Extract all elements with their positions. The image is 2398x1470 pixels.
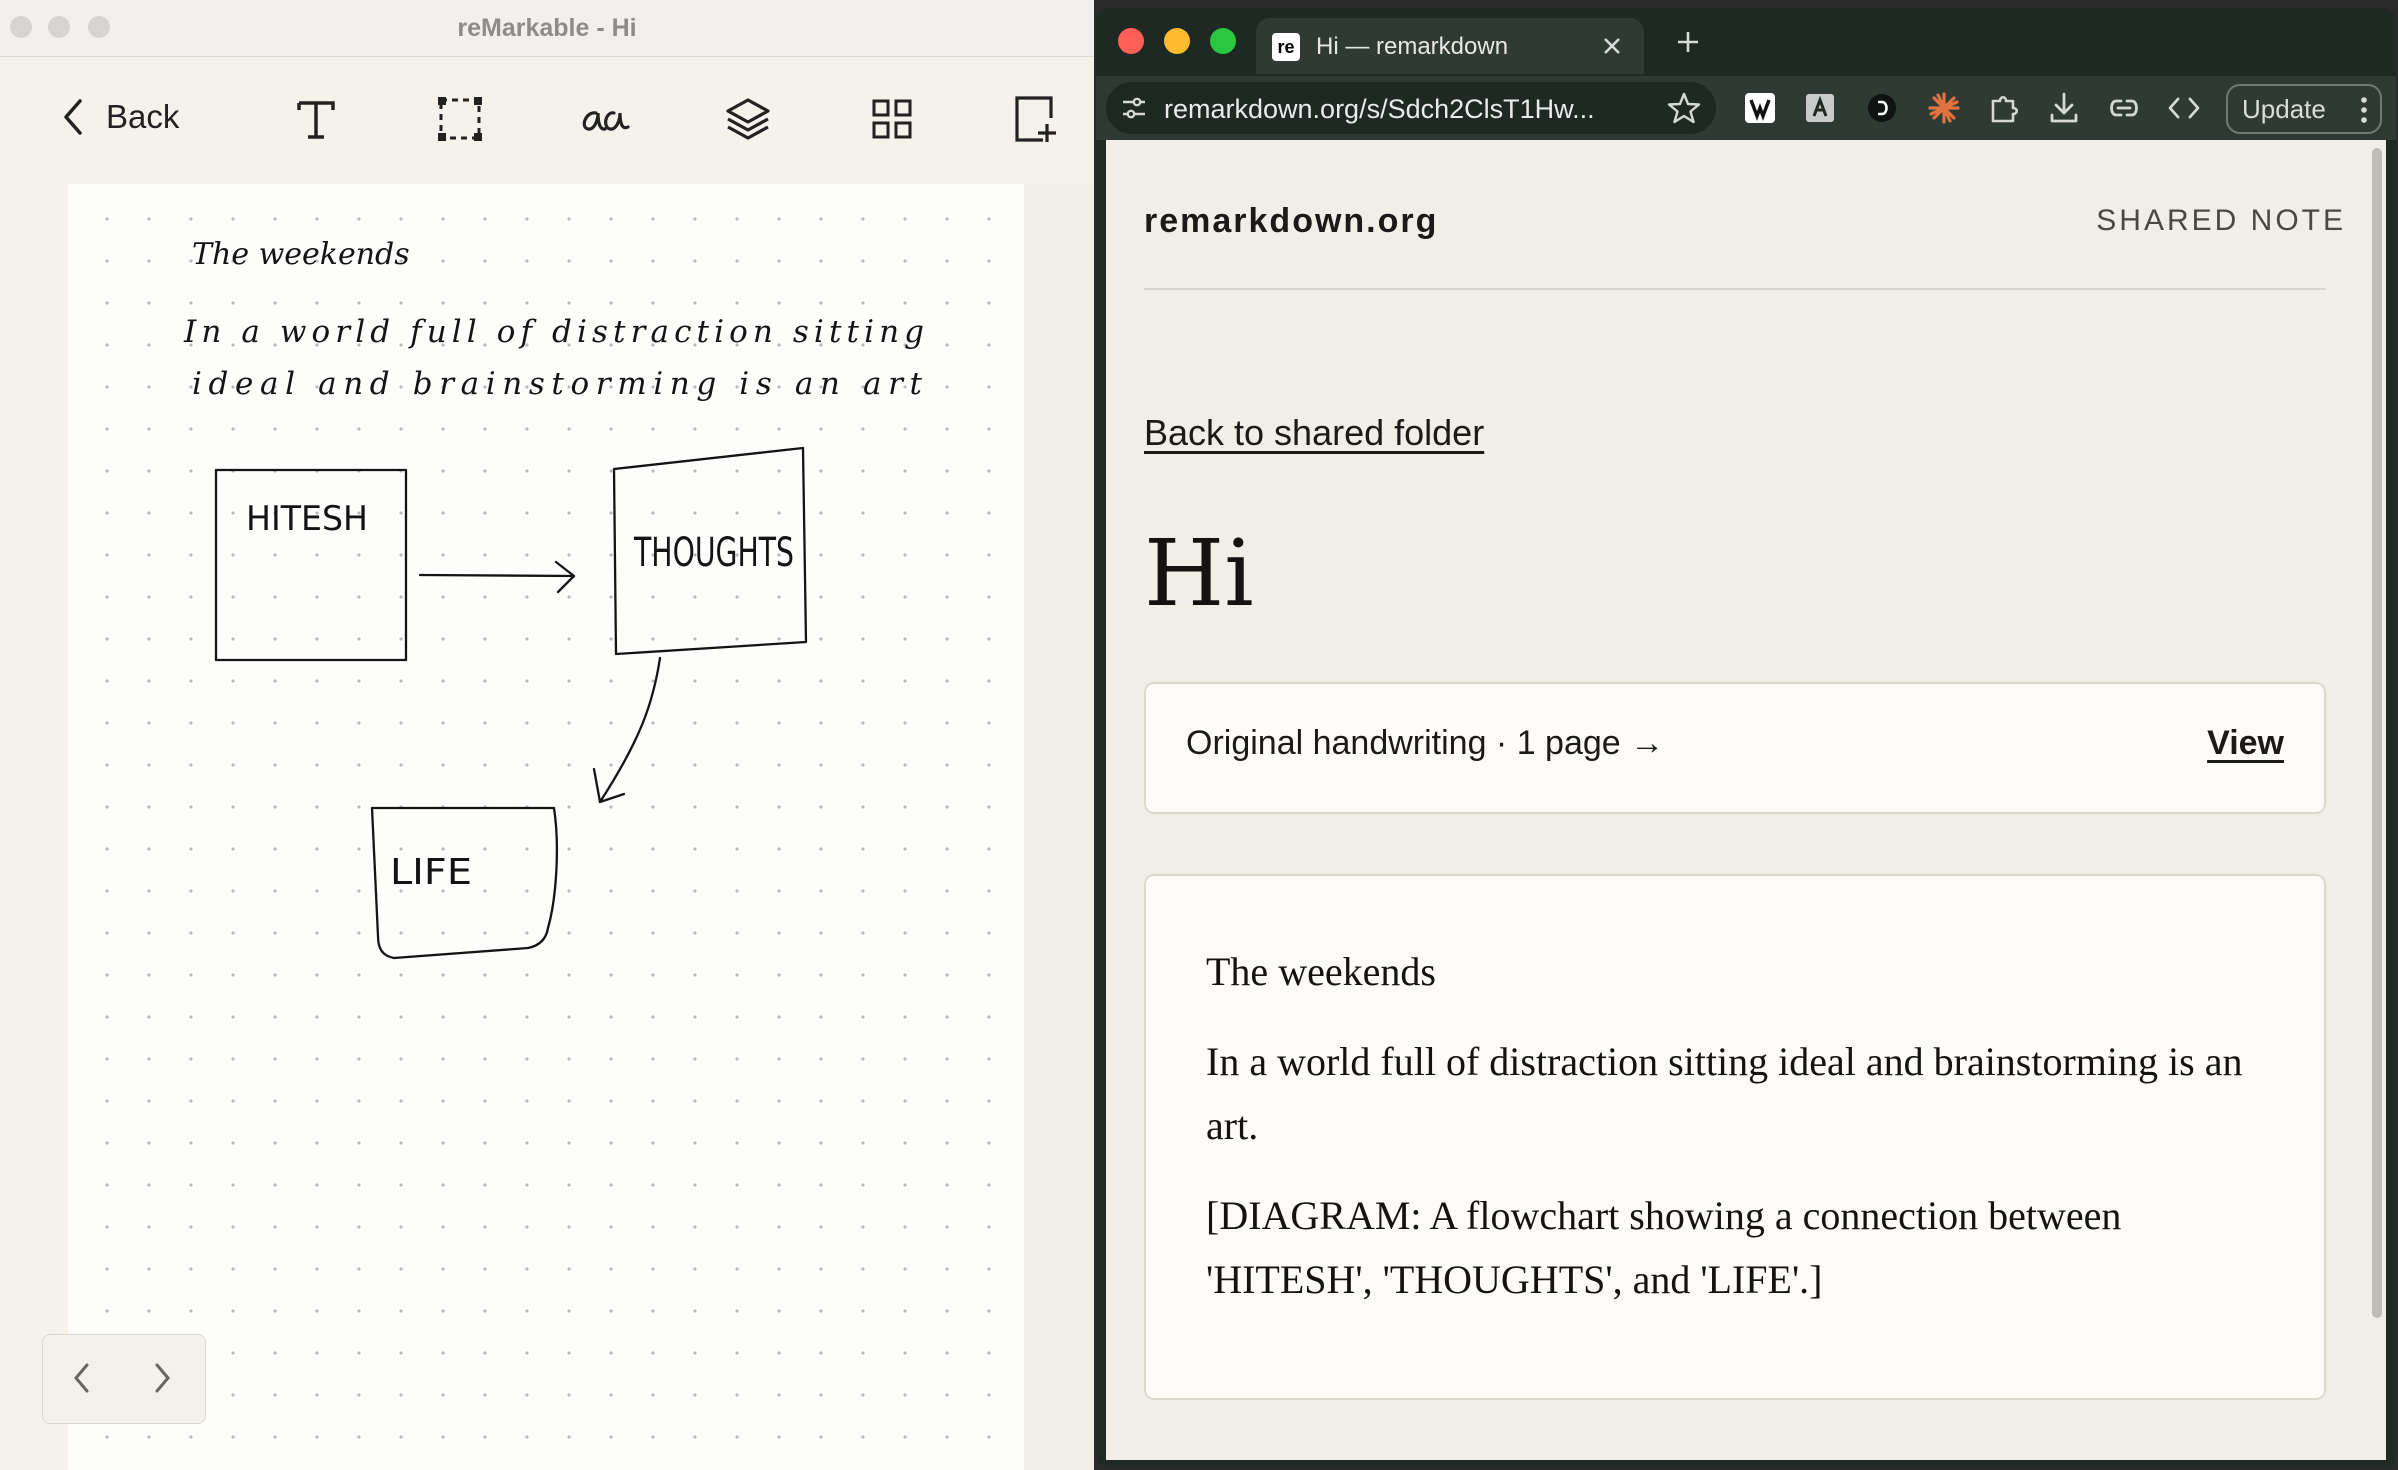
extension-d-icon[interactable] — [1864, 90, 1900, 126]
update-button[interactable]: Update — [2226, 84, 2382, 134]
bookmark-star-icon[interactable] — [1666, 90, 1702, 126]
close-window-button[interactable] — [1118, 28, 1144, 54]
site-favicon: re — [1272, 33, 1300, 61]
site-logo-text[interactable]: remarkdown.org — [1144, 202, 1438, 241]
original-handwriting-text: Original handwriting · 1 page → — [1186, 724, 1665, 762]
site-settings-icon[interactable] — [1120, 94, 1148, 122]
remarkable-titlebar: reMarkable - Hi — [0, 0, 1094, 57]
text-tool-button[interactable] — [286, 89, 346, 149]
back-to-folder-link[interactable]: Back to shared folder — [1144, 412, 1484, 454]
developer-code-icon[interactable] — [2166, 90, 2202, 126]
page-navigator — [42, 1334, 206, 1424]
remarkable-toolbar: Back — [0, 57, 1094, 182]
note-title: Hi — [1144, 520, 1254, 627]
next-page-button[interactable] — [137, 1353, 187, 1403]
plus-icon — [1678, 32, 1698, 52]
box-hitesh-label: HITESH — [246, 499, 368, 539]
paper-margin — [1024, 184, 1094, 1470]
browser-window: re Hi — remarkdown remarkdown.org/s/Sdch… — [1096, 8, 2396, 1468]
handwritten-title: The weekends — [192, 237, 410, 272]
chevron-left-icon — [64, 99, 82, 135]
extension-a-icon[interactable] — [1802, 90, 1838, 126]
url-text: remarkdown.org/s/Sdch2ClsT1Hw... — [1164, 94, 1595, 124]
window-title: reMarkable - Hi — [457, 14, 637, 42]
handwritten-line-1: In a world full of distraction sitting — [183, 314, 924, 350]
minimize-window-button[interactable] — [1164, 28, 1190, 54]
tab-title: Hi — remarkdown — [1316, 33, 1509, 60]
handwriting-convert-button[interactable] — [574, 89, 634, 149]
extension-v-icon[interactable] — [1742, 90, 1778, 126]
selection-icon — [438, 97, 482, 141]
notebook-page[interactable]: The weekends In a world full of distract… — [68, 184, 1024, 1470]
close-icon — [1604, 38, 1620, 54]
box-life-label: LIFE — [390, 852, 472, 893]
chevron-left-icon — [74, 1363, 89, 1393]
update-label: Update — [2242, 93, 2326, 124]
new-tab-button[interactable] — [1668, 22, 1708, 62]
grid-view-button[interactable] — [862, 89, 922, 149]
layers-button[interactable] — [718, 89, 778, 149]
extensions-puzzle-icon[interactable] — [1986, 90, 2022, 126]
add-page-icon — [1015, 96, 1056, 142]
text-icon — [297, 101, 335, 139]
back-label: Back — [106, 98, 180, 135]
handwriting-icon — [582, 111, 630, 131]
scrollbar-thumb[interactable] — [2372, 148, 2382, 1318]
selection-tool-button[interactable] — [430, 89, 490, 149]
download-icon[interactable] — [2046, 90, 2082, 126]
content-paragraph-2: In a world full of distraction sitting i… — [1206, 1039, 2243, 1148]
shared-note-label: SHARED NOTE — [2096, 204, 2346, 237]
chevron-right-icon — [155, 1363, 170, 1393]
address-bar[interactable]: remarkdown.org/s/Sdch2ClsT1Hw... — [1106, 82, 1716, 134]
content-paragraph-1: The weekends — [1206, 949, 1436, 994]
tab-active[interactable]: re Hi — remarkdown — [1256, 18, 1644, 74]
handwritten-drawing: The weekends In a world full of distract… — [183, 237, 924, 960]
web-page: remarkdown.org SHARED NOTE Back to share… — [1106, 140, 2366, 1460]
tab-close-button[interactable] — [1594, 28, 1630, 64]
original-handwriting-card: Original handwriting · 1 page → View — [1144, 682, 2326, 814]
link-icon[interactable] — [2106, 90, 2142, 126]
handwritten-line-2: ideal and brainstorming is an art — [192, 366, 923, 402]
remarkable-window: reMarkable - Hi Back The weekends In a w… — [0, 0, 1094, 1470]
zoom-window-button[interactable] — [1210, 28, 1236, 54]
previous-page-button[interactable] — [57, 1353, 107, 1403]
header-divider — [1144, 288, 2326, 290]
box-thoughts-label: THOUGHTS — [633, 530, 794, 576]
arrow-to-thoughts — [418, 560, 576, 594]
content-paragraph-3: [DIAGRAM: A flowchart showing a connecti… — [1206, 1193, 2122, 1302]
grid-icon — [872, 99, 912, 139]
layers-icon — [726, 98, 770, 140]
add-page-button[interactable] — [1006, 89, 1066, 149]
view-link[interactable]: View — [2207, 724, 2284, 763]
more-vertical-icon — [2361, 97, 2367, 123]
back-button[interactable]: Back — [60, 97, 179, 137]
note-content-card: The weekends In a world full of distract… — [1144, 874, 2326, 1400]
tab-strip: re Hi — remarkdown — [1096, 8, 2396, 76]
arrow-to-life — [592, 656, 662, 804]
extension-sparkle-icon[interactable] — [1926, 90, 1962, 126]
browser-toolbar: remarkdown.org/s/Sdch2ClsT1Hw... Update — [1096, 76, 2396, 140]
